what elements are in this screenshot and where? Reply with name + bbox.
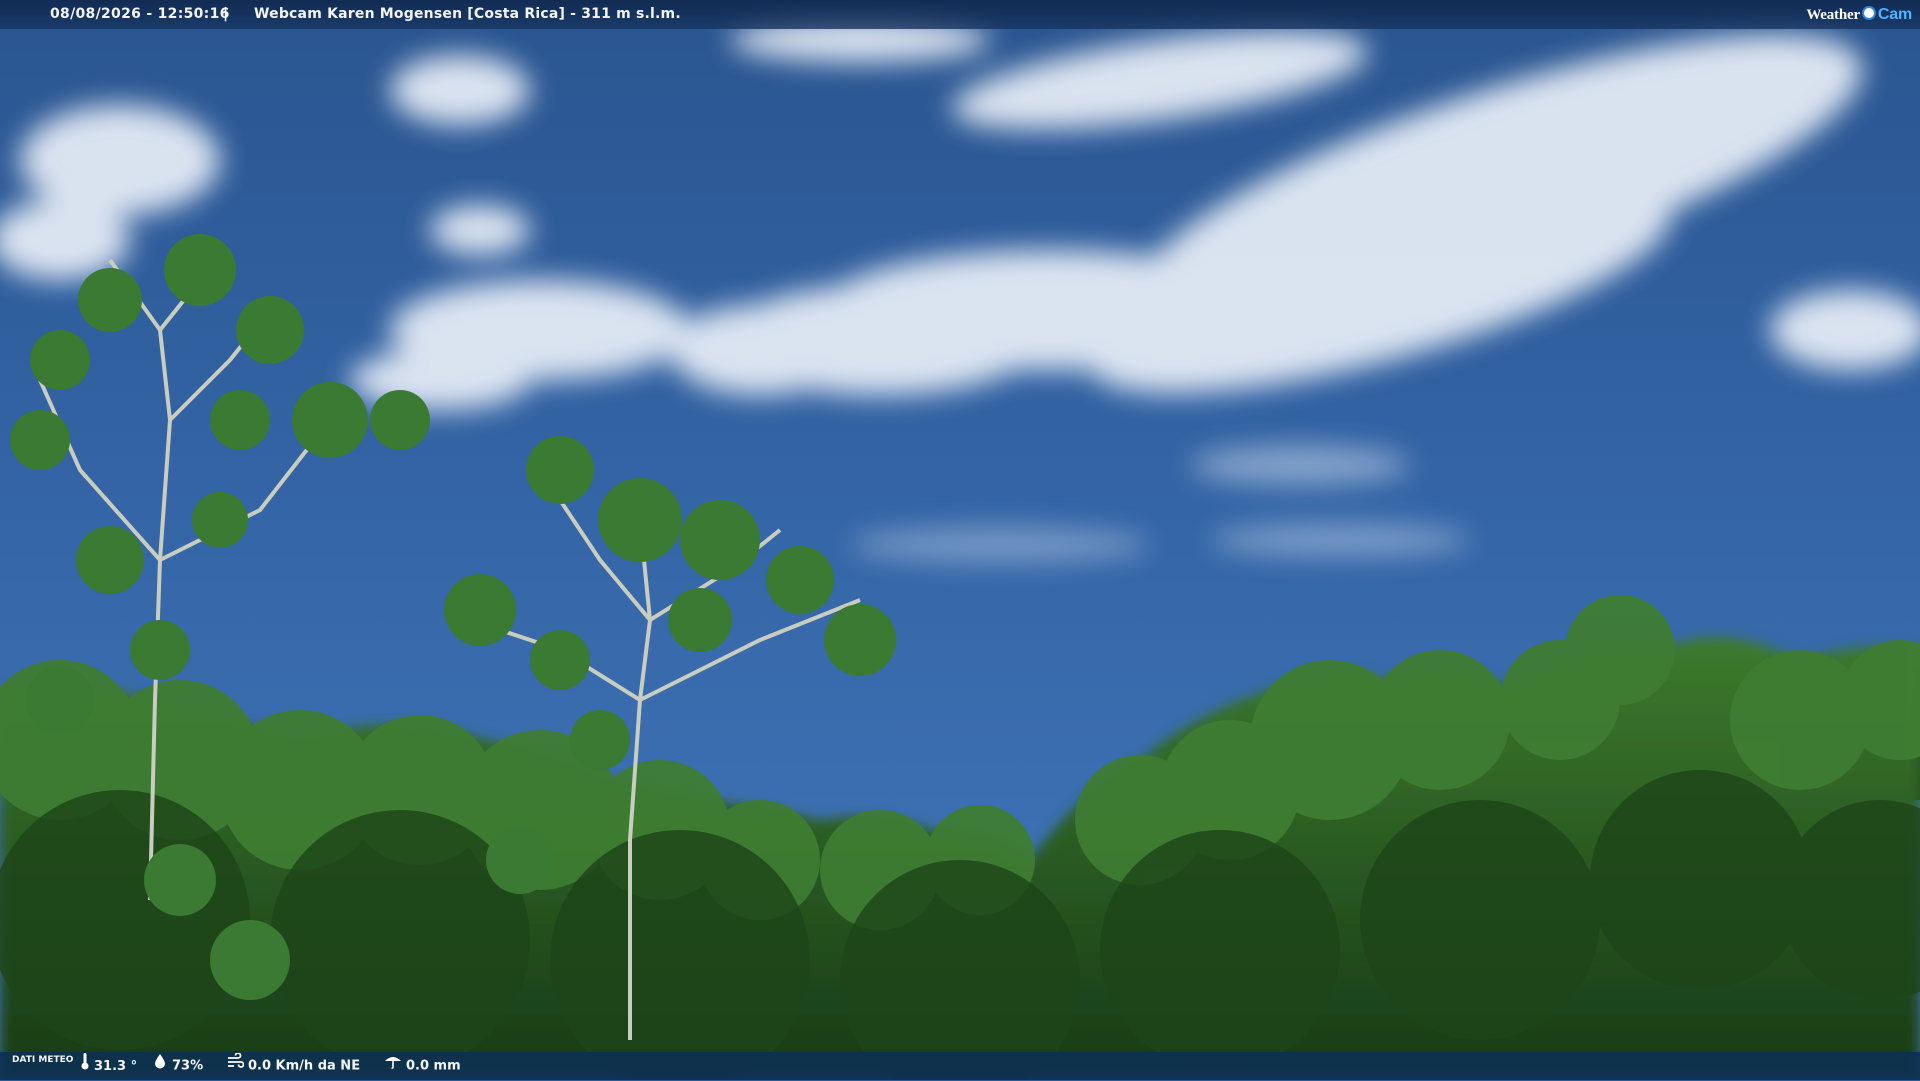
- rain-gauge-icon: [384, 1052, 402, 1080]
- wind-icon: [226, 1052, 245, 1080]
- webcam-scene: [0, 0, 1920, 1080]
- humidity-drop-icon: [152, 1052, 168, 1080]
- header-bar: 08/08/2026 - 12:50:16 | Webcam Karen Mog…: [0, 0, 1920, 29]
- timestamp: 08/08/2026 - 12:50:16: [50, 6, 230, 22]
- temperature-readout: 31.3 °: [80, 1052, 137, 1080]
- logo-text-weather: Weather: [1806, 7, 1860, 23]
- wind-readout: 0.0 Km/h da NE: [226, 1052, 360, 1080]
- thermometer-icon: [80, 1052, 90, 1081]
- logo-text-cam: Cam: [1877, 6, 1912, 23]
- rain-value: 0.0 mm: [406, 1058, 461, 1074]
- humidity-value: 73%: [172, 1058, 204, 1074]
- humidity-readout: 73%: [152, 1052, 203, 1080]
- weather-data-label: DATI METEO: [12, 1055, 74, 1065]
- wind-value: 0.0 Km/h da NE: [248, 1058, 361, 1074]
- weather-data-bar: DATI METEO 31.3 ° 73% 0.0 Km/h da NE 0.0…: [0, 1052, 1920, 1080]
- header-separator: |: [223, 6, 229, 22]
- webcam-title: Webcam Karen Mogensen [Costa Rica] - 311…: [254, 6, 681, 22]
- logo-dot-icon: [1861, 6, 1876, 20]
- rain-readout: 0.0 mm: [384, 1052, 461, 1080]
- temperature-value: 31.3 °: [94, 1059, 138, 1074]
- weathercam-logo: Weather Cam: [1806, 0, 1912, 30]
